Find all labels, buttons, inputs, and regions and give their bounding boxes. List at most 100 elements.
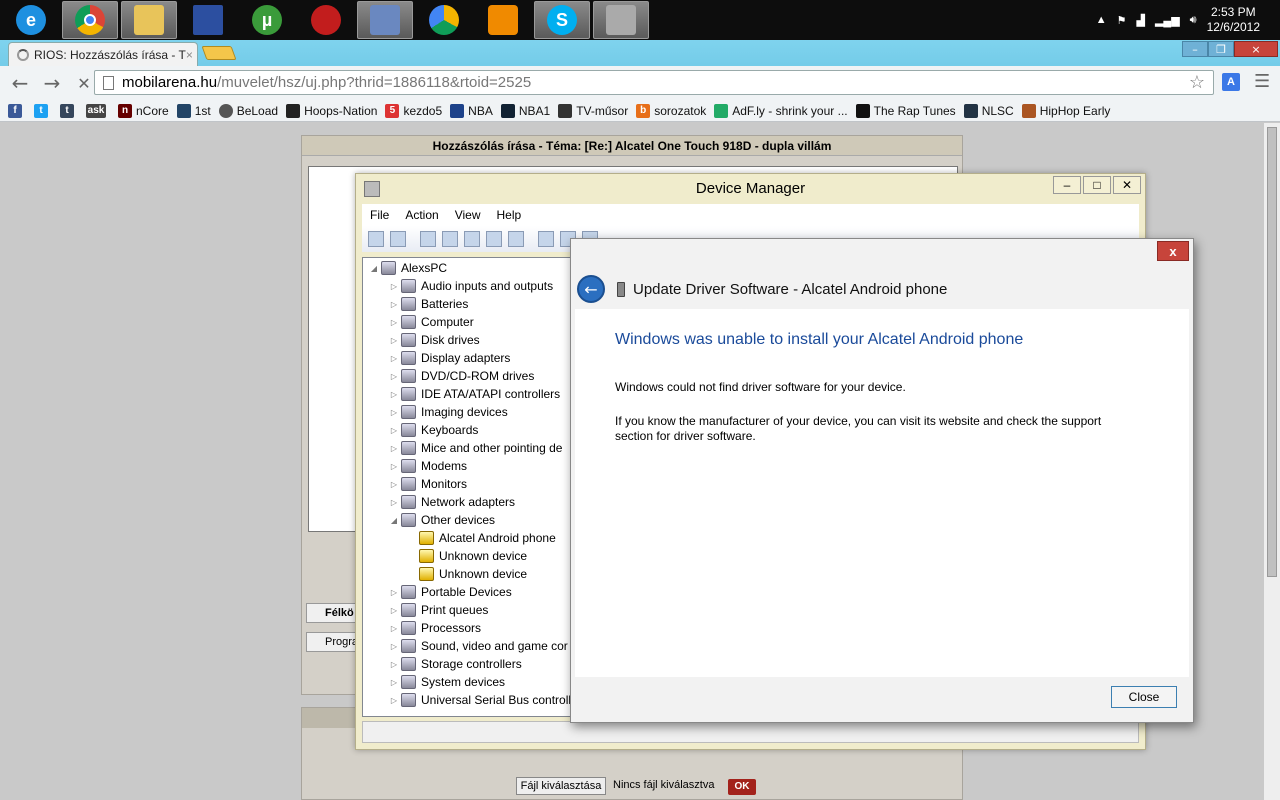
back-arrow-button[interactable]: ← (577, 275, 605, 303)
back-arrow-icon[interactable] (368, 231, 384, 247)
menu-view[interactable]: View (455, 208, 481, 222)
chevron-up-icon[interactable]: ▲ (1096, 14, 1107, 26)
tree-category[interactable]: ▷ Batteries (387, 295, 468, 313)
bookmark-tv-musor[interactable]: TV-műsor (558, 103, 628, 118)
bookmark-ncore[interactable]: n nCore (118, 103, 169, 118)
expand-icon[interactable]: ▷ (387, 660, 401, 669)
dm-minimize-button[interactable]: – (1053, 176, 1081, 194)
network-icon[interactable]: ▟ (1136, 14, 1144, 27)
signal-icon[interactable]: ▂▄▆ (1155, 14, 1180, 27)
reload-icon[interactable]: ✕ (72, 74, 96, 93)
tree-category[interactable]: ▷ Storage controllers (387, 655, 522, 673)
tree-category[interactable]: ▷ Sound, video and game cor (387, 637, 568, 655)
expand-icon[interactable]: ▷ (387, 354, 401, 363)
menu-help[interactable]: Help (497, 208, 522, 222)
close-tab-icon[interactable]: × (186, 48, 193, 62)
tree-category[interactable]: ▷ Computer (387, 313, 474, 331)
browser-tab[interactable]: RIOS: Hozzászólás írása - T × (8, 42, 198, 66)
scrollbar-thumb[interactable] (1267, 127, 1277, 577)
taskbar-media[interactable] (298, 1, 354, 39)
expand-icon[interactable]: ▷ (387, 372, 401, 381)
expand-icon[interactable]: ▷ (387, 498, 401, 507)
volume-icon[interactable]: 🔊︎ (1190, 14, 1197, 27)
taskbar-drive[interactable] (416, 1, 472, 39)
bookmark-1st[interactable]: 1st (176, 103, 211, 118)
help-icon[interactable] (464, 231, 480, 247)
tree-category[interactable]: ▷ Disk drives (387, 331, 480, 349)
taskbar-remote[interactable] (357, 1, 413, 39)
taskbar-floppy[interactable] (180, 1, 236, 39)
tree-category[interactable]: ▷ Network adapters (387, 493, 515, 511)
tree-category[interactable]: ▷ Monitors (387, 475, 467, 493)
dm-maximize-button[interactable]: □ (1083, 176, 1111, 194)
bookmark-hiphop-early[interactable]: HipHop Early (1021, 103, 1110, 118)
choose-file-button[interactable]: Fájl kiválasztása (516, 777, 606, 795)
expand-icon[interactable]: ▷ (387, 606, 401, 615)
dialog-close-x-button[interactable]: x (1157, 241, 1189, 261)
tree-category[interactable]: ▷ Processors (387, 619, 481, 637)
bookmark-adfly[interactable]: AdF.ly - shrink your ... (714, 103, 848, 118)
expand-icon[interactable]: ▷ (387, 282, 401, 291)
bookmark-rap-tunes[interactable]: The Rap Tunes (855, 103, 956, 118)
tree-category[interactable]: ▷ Display adapters (387, 349, 510, 367)
tree-category[interactable]: ▷ Universal Serial Bus controll (387, 691, 571, 709)
list-icon[interactable] (442, 231, 458, 247)
taskbar-vlc[interactable] (475, 1, 531, 39)
taskbar-utorrent[interactable]: µ (239, 1, 295, 39)
tree-category[interactable]: ▷ Portable Devices (387, 583, 512, 601)
menu-action[interactable]: Action (405, 208, 438, 222)
translate-icon[interactable]: A (1222, 73, 1240, 91)
tree-category-other-devices[interactable]: ◢ Other devices (387, 511, 495, 529)
tree-category[interactable]: ▷ Imaging devices (387, 403, 508, 421)
device-unknown[interactable]: Unknown device (419, 565, 527, 583)
expand-icon[interactable]: ▷ (387, 588, 401, 597)
expand-icon[interactable]: ▷ (387, 390, 401, 399)
address-bar[interactable]: mobilarena.hu/muvelet/hsz/uj.php?thrid=1… (94, 70, 1214, 95)
tree-category[interactable]: ▷ IDE ATA/ATAPI controllers (387, 385, 560, 403)
bookmark-sorozatok[interactable]: b sorozatok (636, 103, 706, 118)
menu-icon[interactable]: ☰ (1254, 71, 1270, 92)
expand-icon[interactable]: ▷ (387, 408, 401, 417)
taskbar-ie[interactable]: e (3, 1, 59, 39)
forward-icon[interactable]: → (40, 71, 64, 95)
flag-icon[interactable]: ⚑ (1117, 14, 1127, 27)
collapse-icon[interactable]: ◢ (367, 264, 381, 273)
tree-category[interactable]: ▷ System devices (387, 673, 505, 691)
bookmark-hoops-nation[interactable]: Hoops-Nation (286, 103, 377, 118)
taskbar-device-manager[interactable] (593, 1, 649, 39)
bookmark-nba[interactable]: NBA (450, 103, 493, 118)
expand-icon[interactable]: ▷ (387, 426, 401, 435)
expand-icon[interactable]: ▷ (387, 444, 401, 453)
close-window-button[interactable]: × (1234, 41, 1278, 57)
device-unknown[interactable]: Unknown device (419, 547, 527, 565)
expand-icon[interactable]: ▷ (387, 318, 401, 327)
tree-category[interactable]: ▷ Audio inputs and outputs (387, 277, 553, 295)
tree-category[interactable]: ▷ Modems (387, 457, 467, 475)
page-scrollbar[interactable] (1264, 123, 1280, 800)
expand-icon[interactable]: ▷ (387, 642, 401, 651)
dm-close-button[interactable]: ✕ (1113, 176, 1141, 194)
menu-file[interactable]: File (370, 208, 389, 222)
taskbar-chrome[interactable] (62, 1, 118, 39)
expand-icon[interactable]: ▷ (387, 300, 401, 309)
minimize-button[interactable]: – (1182, 41, 1208, 57)
bookmark-facebook[interactable]: f (8, 103, 26, 118)
device-alcatel-android-phone[interactable]: Alcatel Android phone (419, 529, 556, 547)
bookmark-beload[interactable]: BeLoad (218, 103, 278, 118)
expand-icon[interactable]: ▷ (387, 462, 401, 471)
bookmark-nlsc[interactable]: NLSC (963, 103, 1014, 118)
properties-icon[interactable] (420, 231, 436, 247)
collapse-icon[interactable]: ◢ (387, 516, 401, 525)
tree-category[interactable]: ▷ Keyboards (387, 421, 478, 439)
bookmark-ask[interactable]: ask (86, 103, 110, 118)
tree-category[interactable]: ▷ DVD/CD-ROM drives (387, 367, 534, 385)
tree-root[interactable]: ◢ AlexsPC (367, 259, 447, 277)
new-tab-button[interactable] (201, 46, 237, 60)
scan-hardware-icon[interactable] (508, 231, 524, 247)
maximize-button[interactable]: ❐ (1208, 41, 1234, 57)
bookmark-nba1[interactable]: NBA1 (500, 103, 550, 118)
bookmark-star-icon[interactable]: ☆ (1189, 72, 1205, 93)
forward-arrow-icon[interactable] (390, 231, 406, 247)
tree-category[interactable]: ▷ Mice and other pointing de (387, 439, 562, 457)
bookmark-kezdo5[interactable]: 5 kezdo5 (385, 103, 442, 118)
